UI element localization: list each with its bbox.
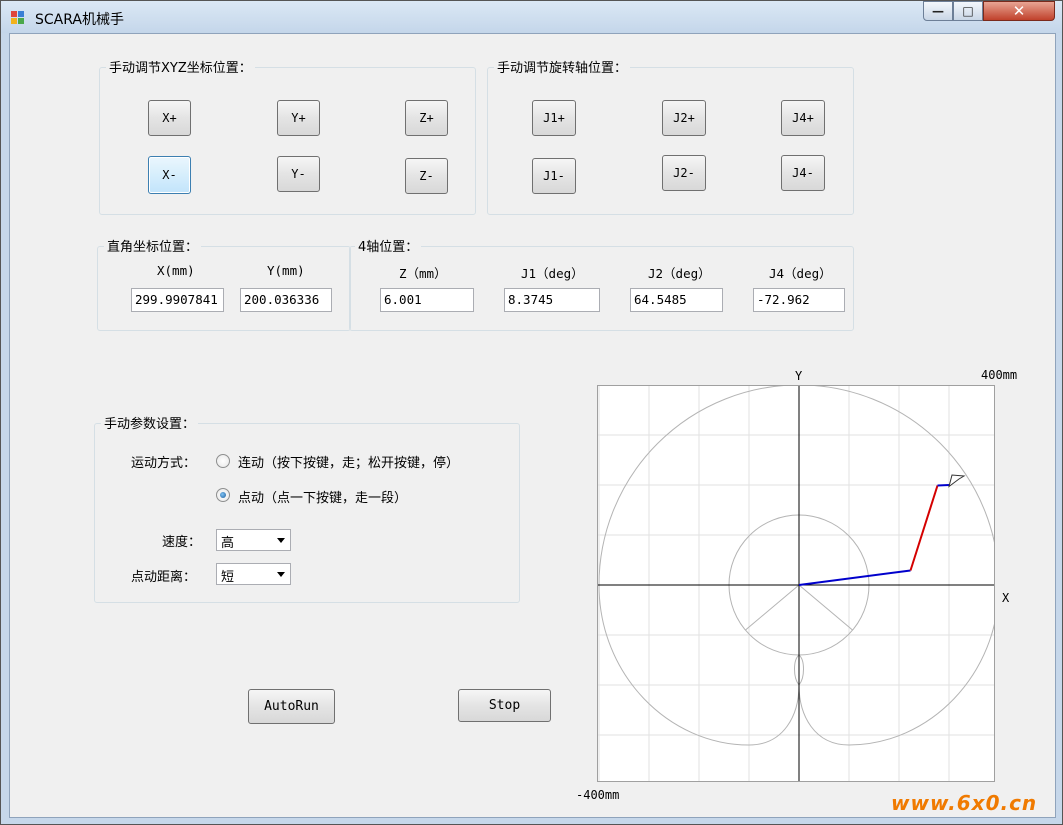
j1-plus-button[interactable]: J1+ [532, 100, 576, 136]
speed-label: 速度： [162, 535, 202, 550]
lower-limit-line-left [745, 584, 800, 631]
z-mm-label: Z（mm） [399, 266, 447, 281]
arm-link-1 [798, 569, 911, 586]
j2-minus-button[interactable]: J2- [662, 155, 706, 191]
y-mm-label: Y(mm) [267, 263, 305, 278]
x-plus-button[interactable]: X+ [148, 100, 191, 136]
z-plus-button[interactable]: Z+ [405, 100, 448, 136]
reach-envelope [598, 386, 994, 746]
j1-minus-button[interactable]: J1- [532, 158, 576, 194]
plot-min-label: -400mm [576, 788, 620, 802]
app-window: SCARA机械手 — □ ✕ 手动调节XYZ坐标位置： X+ Y+ Z+ X- … [0, 0, 1063, 825]
robot-arm [798, 474, 966, 586]
plot-x-axis-label: X [1002, 591, 1010, 605]
minimize-button[interactable]: — [923, 1, 953, 21]
speed-select-value: 高 [221, 536, 235, 551]
lower-limit-line-right [798, 584, 853, 631]
x-mm-label: X(mm) [157, 263, 195, 278]
j4-plus-button[interactable]: J4+ [781, 100, 825, 136]
plot-y-axis-label: Y [795, 369, 803, 383]
arm-link-2 [909, 485, 939, 571]
workspace-plot-svg [598, 386, 994, 781]
plot-axes [598, 386, 994, 781]
stop-button[interactable]: Stop [458, 689, 551, 722]
autorun-button[interactable]: AutoRun [248, 689, 335, 724]
joint-jog-group-title: 手动调节旋转轴位置： [494, 57, 631, 76]
plot-max-label: 400mm [981, 368, 1018, 382]
step-distance-value: 短 [221, 570, 235, 585]
z-position-field[interactable]: 6.001 [380, 288, 474, 312]
x-position-field[interactable]: 299.9907841 [131, 288, 224, 312]
z-minus-button[interactable]: Z- [405, 158, 448, 194]
continuous-mode-radio[interactable] [216, 454, 230, 468]
cartesian-position-title: 直角坐标位置： [104, 236, 202, 255]
axis-position-title: 4轴位置： [355, 236, 422, 255]
j1-angle-field[interactable]: 8.3745 [504, 288, 600, 312]
app-icon [11, 11, 25, 25]
close-icon: ✕ [1012, 2, 1026, 20]
chevron-down-icon [277, 572, 285, 577]
x-minus-button[interactable]: X- [148, 156, 191, 194]
step-mode-radio[interactable] [216, 488, 230, 502]
maximize-icon: □ [962, 4, 974, 18]
site-watermark: www.6x0.cn [891, 791, 1038, 815]
plot-grid [598, 386, 994, 781]
y-position-field[interactable]: 200.036336 [240, 288, 332, 312]
j2-plus-button[interactable]: J2+ [662, 100, 706, 136]
motion-mode-label: 运动方式： [131, 456, 197, 471]
y-minus-button[interactable]: Y- [277, 156, 320, 192]
j2-angle-field[interactable]: 64.5485 [630, 288, 723, 312]
j4-minus-button[interactable]: J4- [781, 155, 825, 191]
step-mode-label[interactable]: 点动（点一下按键，走一段） [238, 487, 407, 506]
j2-deg-label: J2（deg） [648, 266, 711, 281]
workspace-plot[interactable] [597, 385, 995, 782]
title-bar[interactable]: SCARA机械手 — □ ✕ [1, 1, 1062, 33]
arm-link-3 [937, 484, 950, 487]
speed-select[interactable]: 高 [216, 529, 291, 551]
j1-deg-label: J1（deg） [521, 266, 584, 281]
window-title: SCARA机械手 [35, 12, 124, 28]
chevron-down-icon [277, 538, 285, 543]
y-plus-button[interactable]: Y+ [277, 100, 320, 136]
xyz-jog-group-title: 手动调节XYZ坐标位置： [106, 57, 255, 76]
step-distance-select[interactable]: 短 [216, 563, 291, 585]
manual-params-title: 手动参数设置： [101, 413, 199, 432]
continuous-mode-label[interactable]: 连动（按下按键，走；松开按键，停） [238, 452, 459, 471]
maximize-button[interactable]: □ [953, 1, 983, 21]
step-distance-label: 点动距离： [131, 570, 197, 585]
minimize-icon: — [932, 4, 944, 18]
j4-angle-field[interactable]: -72.962 [753, 288, 845, 312]
j4-deg-label: J4（deg） [769, 266, 832, 281]
close-button[interactable]: ✕ [983, 1, 1055, 21]
